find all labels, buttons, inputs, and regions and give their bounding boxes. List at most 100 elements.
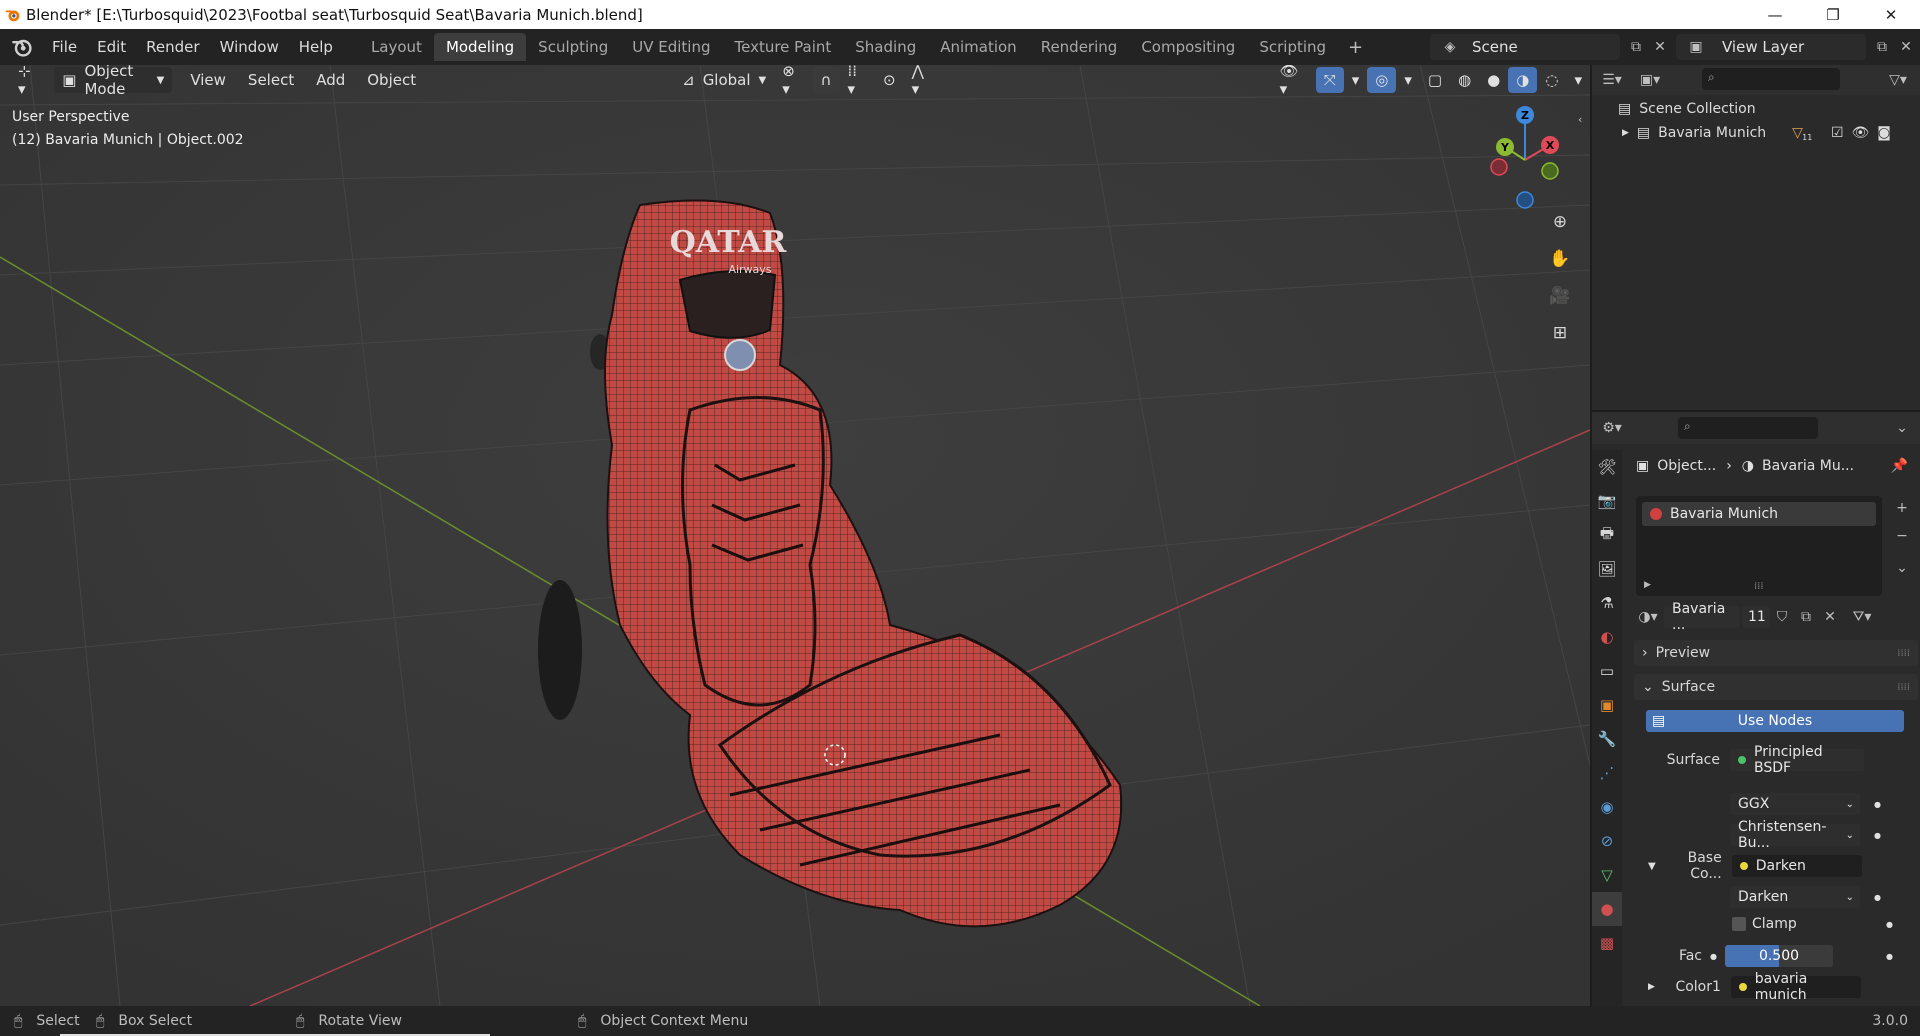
menu-file[interactable]: File bbox=[42, 38, 87, 56]
expand-arrow-icon[interactable]: ▶ bbox=[1648, 982, 1655, 992]
shading-dropdown-icon[interactable]: ▾ bbox=[1566, 67, 1590, 93]
clamp-checkbox[interactable] bbox=[1732, 917, 1746, 931]
tab-scripting[interactable]: Scripting bbox=[1247, 33, 1338, 61]
surface-panel-header[interactable]: ⌄ Surface ⁞⁞⁞⁞ bbox=[1634, 674, 1918, 700]
texture-tab-icon[interactable]: ▩ bbox=[1592, 926, 1622, 960]
neg-x-handle[interactable] bbox=[1490, 158, 1508, 176]
pin-icon[interactable]: 📌 bbox=[1891, 458, 1908, 474]
world-tab-icon[interactable]: ◐ bbox=[1592, 620, 1622, 654]
duplicate-material-icon[interactable]: ⧉ bbox=[1794, 605, 1818, 629]
particles-tab-icon[interactable]: ⋰ bbox=[1592, 756, 1622, 790]
base-color-node-field[interactable]: Darken bbox=[1731, 855, 1862, 877]
socket-dot-icon[interactable]: ● bbox=[1874, 800, 1881, 809]
xray-icon[interactable]: ▢ bbox=[1420, 67, 1450, 93]
material-users-count[interactable]: 11 bbox=[1742, 606, 1770, 628]
material-tab-icon[interactable]: ● bbox=[1592, 892, 1622, 926]
browse-material-icon[interactable]: ◑▾ bbox=[1636, 605, 1660, 629]
tab-animation[interactable]: Animation bbox=[928, 33, 1028, 61]
editor-type-icon[interactable]: ⊹ ▾ bbox=[10, 65, 48, 98]
tab-layout[interactable]: Layout bbox=[359, 33, 434, 61]
tool-tab-icon[interactable]: 🛠 bbox=[1592, 450, 1622, 484]
unlink-material-icon[interactable]: ✕ bbox=[1818, 605, 1842, 629]
falloff-icon[interactable]: ⋀ ▾ bbox=[904, 65, 942, 98]
menu-edit[interactable]: Edit bbox=[87, 38, 136, 56]
add-workspace-button[interactable]: + bbox=[1338, 37, 1373, 58]
pivot-point-icon[interactable]: ⊗ ▾ bbox=[774, 65, 812, 98]
material-slot-item[interactable]: Bavaria Munich bbox=[1642, 502, 1876, 526]
snap-icon[interactable]: ∩ bbox=[812, 67, 840, 93]
menu-window[interactable]: Window bbox=[210, 38, 289, 56]
drag-handle-icon[interactable]: ⁞⁞⁞⁞ bbox=[1897, 682, 1910, 693]
camera-view-icon[interactable]: 🎥 bbox=[1545, 281, 1575, 311]
new-view-layer-icon[interactable]: ⧉ bbox=[1870, 35, 1894, 59]
checkbox-icon[interactable]: ☑ bbox=[1831, 125, 1844, 141]
expand-arrow-icon[interactable]: ▶ bbox=[1622, 128, 1629, 138]
render-tab-icon[interactable]: 📷 bbox=[1592, 484, 1622, 518]
menu-object[interactable]: Object bbox=[359, 67, 424, 93]
neg-y-handle[interactable] bbox=[1541, 162, 1559, 180]
preview-panel-header[interactable]: › Preview ⁞⁞⁞⁞ bbox=[1634, 640, 1918, 666]
view-layer-tab-icon[interactable]: 🖼 bbox=[1592, 552, 1622, 586]
use-nodes-button[interactable]: ▤ Use Nodes bbox=[1646, 710, 1904, 732]
socket-dot-icon[interactable]: ● bbox=[1874, 831, 1881, 840]
navigation-gizmo[interactable]: Z X Y bbox=[1475, 105, 1575, 215]
zoom-icon[interactable]: ⊕ bbox=[1545, 207, 1575, 237]
scene-field[interactable]: ◈ Scene bbox=[1430, 34, 1620, 60]
view-layer-field[interactable]: ▣ View Layer bbox=[1676, 34, 1866, 60]
menu-render[interactable]: Render bbox=[136, 38, 209, 56]
subsurface-method-select[interactable]: Christensen-Bu... ⌄ bbox=[1730, 819, 1860, 851]
sidebar-toggle-icon[interactable]: ‹ bbox=[1578, 113, 1582, 126]
surface-shader-field[interactable]: Principled BSDF bbox=[1730, 744, 1864, 776]
delete-view-layer-icon[interactable]: ✕ bbox=[1894, 35, 1918, 59]
socket-dot-icon[interactable]: ● bbox=[1710, 952, 1717, 961]
data-tab-icon[interactable]: ▽ bbox=[1592, 858, 1622, 892]
properties-search[interactable]: ⌕ bbox=[1678, 417, 1818, 439]
overlay-toggle-icon[interactable]: ◎ bbox=[1367, 67, 1397, 93]
pan-hand-icon[interactable]: ✋ bbox=[1545, 244, 1575, 274]
properties-editor-icon[interactable]: ⚙▾ bbox=[1600, 416, 1624, 440]
link-dropdown-icon[interactable]: ⛛▾ bbox=[1850, 605, 1874, 629]
new-scene-icon[interactable]: ⧉ bbox=[1624, 35, 1648, 59]
mode-select[interactable]: ▣ Object Mode ▼ bbox=[54, 65, 173, 98]
tab-uv-editing[interactable]: UV Editing bbox=[620, 33, 722, 61]
tab-compositing[interactable]: Compositing bbox=[1129, 33, 1247, 61]
display-mode-icon[interactable]: ▣▾ bbox=[1638, 68, 1662, 92]
remove-slot-button[interactable]: − bbox=[1890, 524, 1914, 548]
expand-arrow-icon[interactable]: ▼ bbox=[1648, 861, 1656, 872]
visibility-icon[interactable]: 👁 ▾ bbox=[1272, 65, 1316, 98]
color1-node-field[interactable]: bavaria munich bbox=[1730, 971, 1861, 1003]
tab-sculpting[interactable]: Sculpting bbox=[526, 33, 620, 61]
3d-viewport[interactable]: QATAR Airways ⊹ ▾ ▣ Object Mode ▼ View S… bbox=[0, 65, 1590, 1006]
filter-icon[interactable]: ▽▾ bbox=[1886, 68, 1910, 92]
menu-view[interactable]: View bbox=[182, 67, 234, 93]
output-tab-icon[interactable]: 🖶 bbox=[1592, 518, 1622, 552]
delete-scene-icon[interactable]: ✕ bbox=[1648, 35, 1672, 59]
material-shading-icon[interactable]: ◑ bbox=[1508, 67, 1538, 93]
eye-icon[interactable]: 👁 bbox=[1852, 125, 1870, 141]
object-filter-icon[interactable]: ▽ 11 bbox=[1792, 125, 1812, 142]
tab-texture-paint[interactable]: Texture Paint bbox=[722, 33, 843, 61]
object-tab-icon[interactable]: ▣ bbox=[1592, 688, 1622, 722]
minimize-button[interactable]: — bbox=[1746, 0, 1804, 29]
material-name-field[interactable]: Bavaria ... bbox=[1664, 601, 1740, 633]
options-dropdown-icon[interactable]: ⌄ bbox=[1890, 416, 1914, 440]
transform-orientation-select[interactable]: ⊿ Global ▼ bbox=[674, 67, 774, 93]
tab-shading[interactable]: Shading bbox=[843, 33, 928, 61]
proportional-edit-icon[interactable]: ⊙ bbox=[875, 67, 904, 93]
gizmo-dropdown-icon[interactable]: ▾ bbox=[1344, 67, 1368, 93]
drag-handle-icon[interactable]: ⁞⁞⁞⁞ bbox=[1897, 648, 1910, 659]
physics-tab-icon[interactable]: ◉ bbox=[1592, 790, 1622, 824]
outliner-editor-icon[interactable]: ☰▾ bbox=[1600, 68, 1624, 92]
menu-select[interactable]: Select bbox=[240, 67, 302, 93]
socket-dot-icon[interactable]: ● bbox=[1886, 952, 1893, 961]
slot-specials-icon[interactable]: ⌄ bbox=[1890, 556, 1914, 580]
wireframe-shading-icon[interactable]: ◍ bbox=[1450, 67, 1479, 93]
menu-add[interactable]: Add bbox=[308, 67, 353, 93]
expand-arrow-icon[interactable]: ▶ bbox=[1644, 580, 1651, 590]
socket-dot-icon[interactable]: ● bbox=[1886, 920, 1893, 929]
constraints-tab-icon[interactable]: ⊘ bbox=[1592, 824, 1622, 858]
blender-menu-icon[interactable] bbox=[10, 35, 34, 59]
neg-z-handle[interactable] bbox=[1516, 191, 1534, 209]
tab-rendering[interactable]: Rendering bbox=[1029, 33, 1130, 61]
overlay-dropdown-icon[interactable]: ▾ bbox=[1396, 67, 1420, 93]
